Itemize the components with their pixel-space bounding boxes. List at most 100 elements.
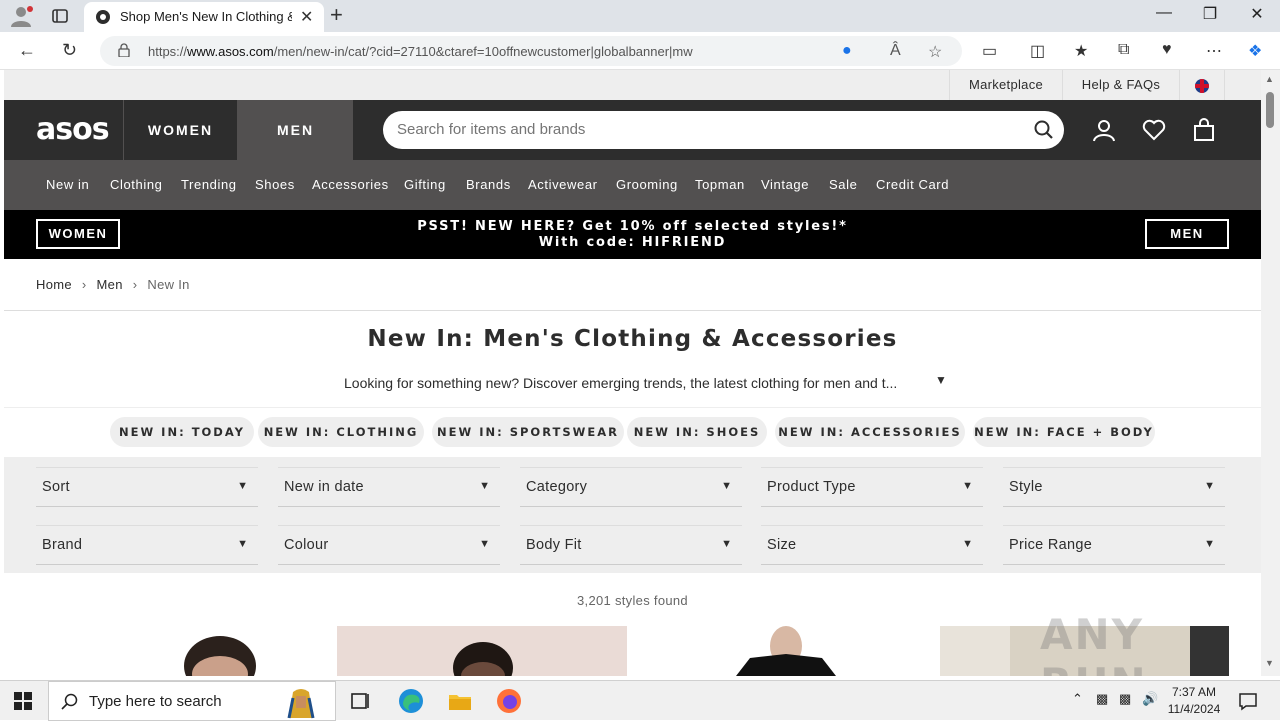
nav-accessories[interactable]: Accessories bbox=[312, 160, 389, 210]
account-icon[interactable] bbox=[1092, 118, 1116, 142]
asos-logo[interactable]: asos bbox=[36, 112, 110, 147]
filter-brand[interactable]: Brand ▼ bbox=[36, 525, 258, 565]
favorite-star-icon[interactable]: ☆ bbox=[928, 42, 942, 62]
product-image[interactable] bbox=[36, 626, 324, 676]
search-icon[interactable] bbox=[1033, 119, 1055, 141]
nav-activewear[interactable]: Activewear bbox=[528, 160, 598, 210]
chevron-down-icon: ▼ bbox=[1204, 538, 1215, 550]
extensions-icon[interactable]: ▭ bbox=[982, 41, 997, 61]
nav-new-in[interactable]: New in bbox=[46, 160, 89, 210]
filter-body-fit[interactable]: Body Fit ▼ bbox=[520, 525, 742, 565]
pill-new-in-accessories[interactable]: NEW IN: ACCESSORIES bbox=[775, 417, 965, 447]
styles-count: 3,201 styles found bbox=[577, 593, 688, 608]
collections-icon[interactable]: ⧉ bbox=[1118, 41, 1129, 59]
promo-women-button[interactable]: WOMEN bbox=[36, 219, 120, 249]
bag-icon[interactable] bbox=[1192, 118, 1216, 142]
nav-gifting[interactable]: Gifting bbox=[404, 160, 446, 210]
task-view-icon[interactable] bbox=[346, 687, 374, 715]
nav-clothing[interactable]: Clothing bbox=[110, 160, 163, 210]
minimize-button[interactable]: — bbox=[1144, 4, 1184, 22]
help-faqs-link[interactable]: Help & FAQs bbox=[1062, 70, 1179, 100]
refresh-icon[interactable]: ↻ bbox=[62, 40, 77, 61]
promo-line-1: PSST! NEW HERE? Get 10% off selected sty… bbox=[417, 219, 848, 234]
filter-label: Product Type bbox=[767, 479, 856, 495]
edge-browser-icon[interactable] bbox=[397, 687, 425, 715]
search-input[interactable] bbox=[397, 121, 997, 138]
network-icon[interactable]: ▩ bbox=[1119, 691, 1131, 707]
tab-actions-icon[interactable] bbox=[50, 6, 70, 26]
filter-label: Category bbox=[526, 479, 588, 495]
filter-new-in-date[interactable]: New in date ▼ bbox=[278, 467, 500, 507]
pill-new-in-clothing[interactable]: NEW IN: CLOTHING bbox=[258, 417, 424, 447]
device-icon[interactable]: ▩ bbox=[1096, 691, 1108, 707]
filter-product-type[interactable]: Product Type ▼ bbox=[761, 467, 983, 507]
page-scrollbar[interactable]: ▲ ▼ bbox=[1261, 70, 1280, 676]
taskbar-clock[interactable]: 7:37 AM 11/4/2024 bbox=[1166, 684, 1222, 718]
product-image[interactable] bbox=[337, 626, 627, 676]
close-tab-button[interactable]: ✕ bbox=[300, 7, 313, 27]
lock-icon[interactable] bbox=[118, 43, 130, 57]
scroll-down-arrow-icon[interactable]: ▼ bbox=[1265, 658, 1274, 668]
back-arrow-icon[interactable]: ← bbox=[18, 40, 36, 61]
promo-banner[interactable]: WOMEN PSST! NEW HERE? Get 10% off select… bbox=[4, 210, 1261, 259]
extension-badge-icon[interactable]: ● bbox=[842, 42, 852, 60]
windows-start-icon[interactable] bbox=[14, 692, 32, 710]
restore-button[interactable]: ❐ bbox=[1190, 4, 1230, 24]
chevron-down-icon: ▼ bbox=[1204, 480, 1215, 492]
marketplace-link[interactable]: Marketplace bbox=[949, 70, 1062, 100]
filter-category[interactable]: Category ▼ bbox=[520, 467, 742, 507]
promo-men-button[interactable]: MEN bbox=[1145, 219, 1229, 249]
chevron-down-icon: ▼ bbox=[237, 480, 248, 492]
profile-icon[interactable] bbox=[10, 5, 34, 27]
show-hidden-icons-chevron-icon[interactable]: ⌃ bbox=[1072, 691, 1083, 707]
nav-credit-card[interactable]: Credit Card bbox=[876, 160, 949, 210]
pill-new-in-sportswear[interactable]: NEW IN: SPORTSWEAR bbox=[432, 417, 624, 447]
close-window-button[interactable]: ✕ bbox=[1237, 4, 1277, 24]
copilot-icon[interactable]: ❖ bbox=[1248, 41, 1262, 61]
product-image[interactable] bbox=[640, 626, 930, 676]
women-tab[interactable]: WOMEN bbox=[123, 100, 237, 160]
scroll-thumb[interactable] bbox=[1266, 92, 1274, 128]
nav-topman[interactable]: Topman bbox=[695, 160, 745, 210]
taskbar-search[interactable]: Type here to search bbox=[48, 681, 336, 721]
nav-trending[interactable]: Trending bbox=[181, 160, 237, 210]
volume-icon[interactable]: 🔊 bbox=[1142, 691, 1158, 707]
nav-grooming[interactable]: Grooming bbox=[616, 160, 678, 210]
nav-vintage[interactable]: Vintage bbox=[761, 160, 809, 210]
filter-price-range[interactable]: Price Range ▼ bbox=[1003, 525, 1225, 565]
breadcrumb: Home › Men › New In bbox=[36, 277, 190, 292]
page-title: New In: Men's Clothing & Accessories bbox=[367, 326, 898, 352]
pill-new-in-today[interactable]: NEW IN: TODAY bbox=[110, 417, 254, 447]
pill-new-in-shoes[interactable]: NEW IN: SHOES bbox=[627, 417, 767, 447]
nav-brands[interactable]: Brands bbox=[466, 160, 511, 210]
expand-description-chevron-icon[interactable]: ▼ bbox=[935, 373, 947, 387]
notifications-icon[interactable] bbox=[1238, 691, 1258, 711]
browser-tab-active[interactable]: Shop Men's New In Clothing & Accessories… bbox=[84, 2, 324, 32]
nav-sale[interactable]: Sale bbox=[829, 160, 857, 210]
nav-shoes[interactable]: Shoes bbox=[255, 160, 295, 210]
read-aloud-icon[interactable]: Â bbox=[890, 42, 901, 60]
url-field[interactable]: https://www.asos.com/men/new-in/cat/?cid… bbox=[100, 36, 962, 66]
browser-essentials-icon[interactable]: ♥ bbox=[1162, 41, 1172, 59]
settings-more-icon[interactable]: ⋯ bbox=[1206, 41, 1222, 61]
new-tab-button[interactable]: + bbox=[330, 2, 343, 28]
url-path: /men/new-in/cat/?cid=27110&ctaref=10offn… bbox=[273, 44, 693, 59]
filter-size[interactable]: Size ▼ bbox=[761, 525, 983, 565]
split-screen-icon[interactable]: ◫ bbox=[1030, 41, 1045, 61]
breadcrumb-men[interactable]: Men bbox=[97, 277, 123, 292]
scroll-up-arrow-icon[interactable]: ▲ bbox=[1265, 74, 1274, 84]
filter-colour[interactable]: Colour ▼ bbox=[278, 525, 500, 565]
pill-new-in-face-body[interactable]: NEW IN: FACE + BODY bbox=[973, 417, 1155, 447]
browser-tab-bar: Shop Men's New In Clothing & Accessories… bbox=[0, 0, 1280, 32]
file-explorer-icon[interactable] bbox=[446, 687, 474, 715]
firefox-icon[interactable] bbox=[495, 687, 523, 715]
saved-items-heart-icon[interactable] bbox=[1142, 118, 1166, 142]
breadcrumb-home[interactable]: Home bbox=[36, 277, 72, 292]
filter-style[interactable]: Style ▼ bbox=[1003, 467, 1225, 507]
favorites-icon[interactable]: ★ bbox=[1074, 41, 1088, 61]
filter-label: Body Fit bbox=[526, 537, 582, 553]
filter-sort[interactable]: Sort ▼ bbox=[36, 467, 258, 507]
men-tab[interactable]: MEN bbox=[237, 100, 353, 160]
country-selector[interactable] bbox=[1179, 70, 1225, 100]
breadcrumb-separator: › bbox=[132, 277, 138, 292]
